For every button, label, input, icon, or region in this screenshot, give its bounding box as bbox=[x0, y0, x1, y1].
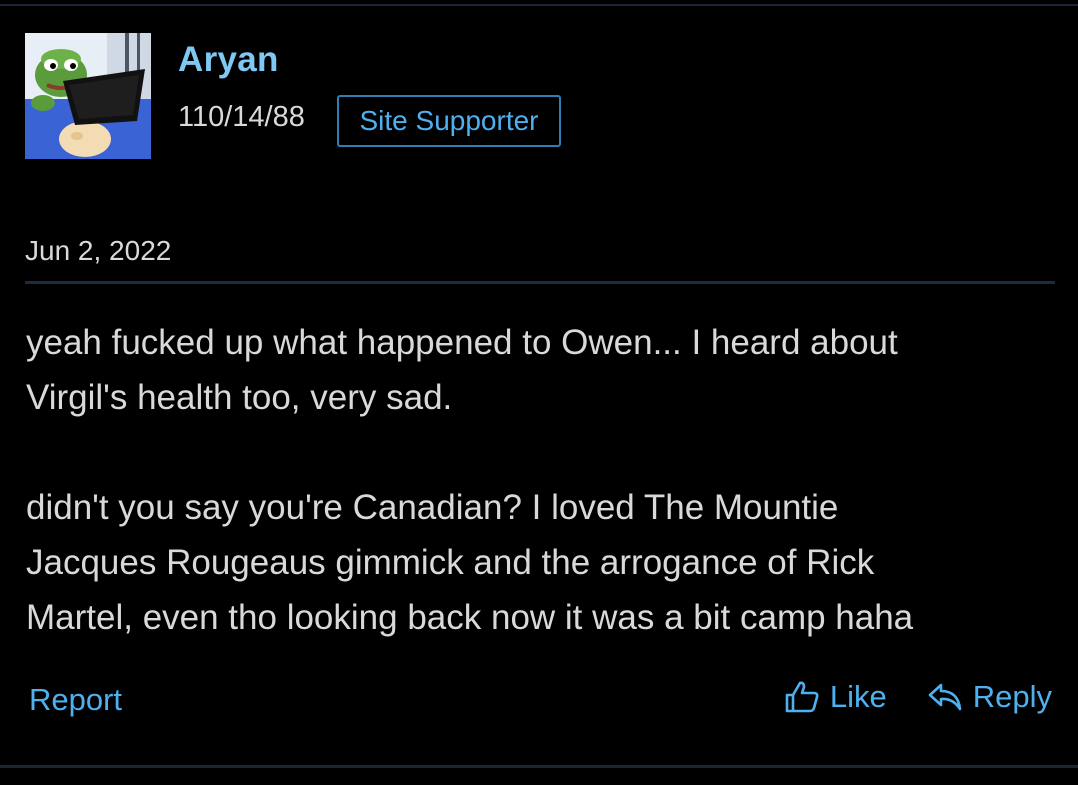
bottom-divider bbox=[0, 765, 1078, 768]
site-supporter-badge: Site Supporter bbox=[337, 95, 561, 147]
post-date[interactable]: Jun 2, 2022 bbox=[25, 235, 171, 267]
like-button[interactable]: Like bbox=[784, 679, 887, 715]
like-label: Like bbox=[829, 679, 887, 714]
top-divider bbox=[0, 4, 1078, 6]
avatar-image bbox=[25, 33, 151, 159]
thumbs-up-icon bbox=[784, 680, 820, 714]
reply-label: Reply bbox=[972, 679, 1052, 714]
post-paragraph: yeah fucked up what happened to Owen... … bbox=[26, 323, 898, 417]
post-actions: Like Reply bbox=[784, 679, 1052, 715]
author-name[interactable]: Aryan bbox=[178, 40, 279, 80]
reply-arrow-icon bbox=[927, 681, 963, 713]
report-link[interactable]: Report bbox=[29, 682, 122, 718]
post-paragraph: didn't you say you're Canadian? I loved … bbox=[26, 488, 914, 637]
post-body: yeah fucked up what happened to Owen... … bbox=[26, 315, 1056, 645]
reply-button[interactable]: Reply bbox=[927, 679, 1052, 715]
avatar[interactable] bbox=[25, 33, 151, 159]
header-divider bbox=[25, 281, 1055, 284]
author-stats: 110/14/88 bbox=[178, 101, 305, 133]
